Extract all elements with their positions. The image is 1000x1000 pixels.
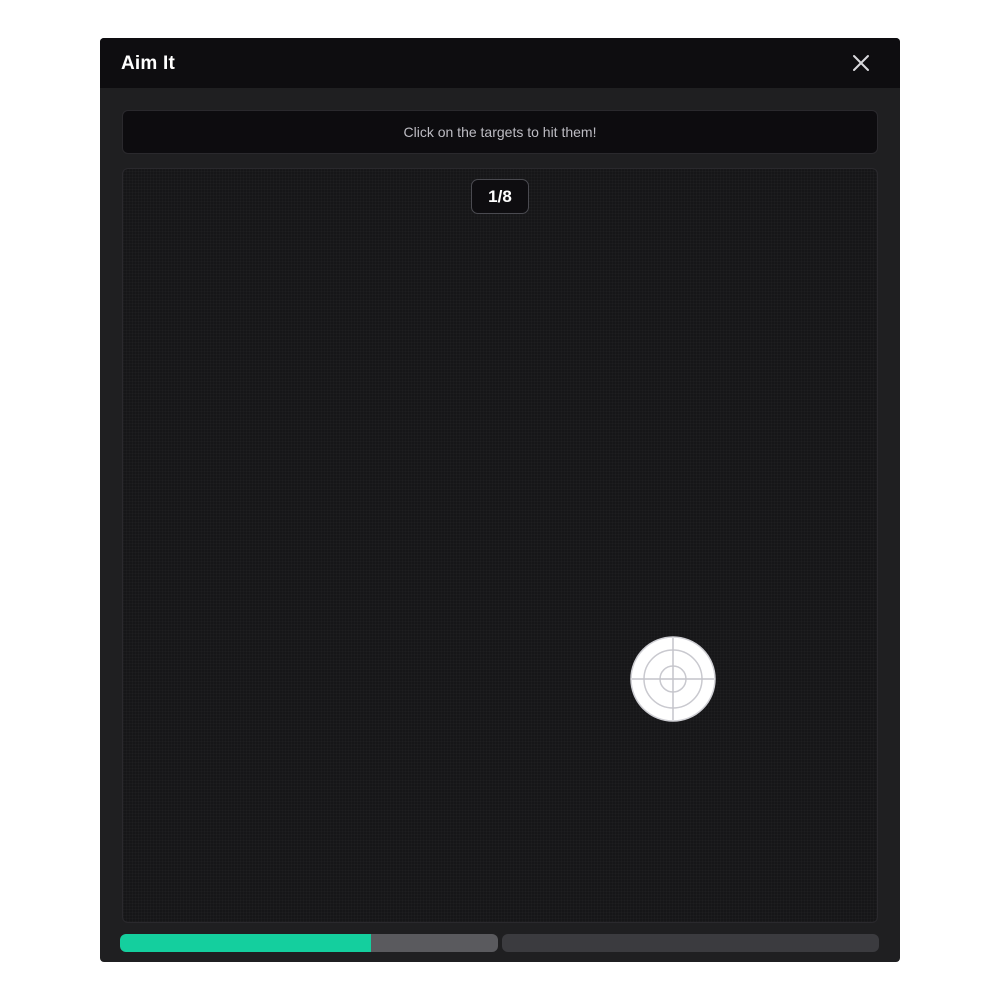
target-icon	[630, 636, 716, 722]
hit-counter-text: 1/8	[488, 186, 512, 206]
game-window: Aim It Click on the targets to hit them!…	[100, 38, 900, 962]
progress-bar-fill	[120, 934, 372, 952]
title-bar: Aim It	[100, 38, 900, 88]
progress-bar-segment-1	[120, 934, 498, 952]
close-button[interactable]	[850, 52, 872, 74]
window-title: Aim It	[121, 53, 175, 74]
instruction-banner: Click on the targets to hit them!	[122, 110, 878, 154]
hit-counter: 1/8	[471, 179, 529, 214]
close-icon	[853, 55, 869, 71]
instruction-text: Click on the targets to hit them!	[403, 124, 597, 140]
game-arena[interactable]: 1/8	[122, 168, 878, 923]
target[interactable]	[630, 636, 716, 722]
progress-bar-segment-2	[502, 934, 879, 952]
